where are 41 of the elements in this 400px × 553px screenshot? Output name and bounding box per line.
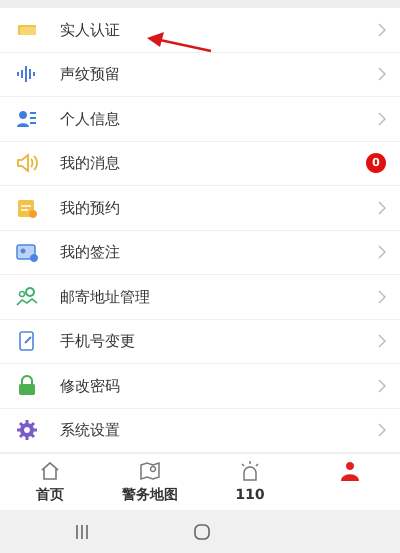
user-icon [339,460,361,482]
menu-item[interactable]: 我的消息 0 [0,142,400,186]
chevron-right-icon [378,423,386,438]
tab[interactable]: 110 [200,454,300,510]
menu-label: 个人信息 [60,108,121,130]
chevron-right-icon [378,67,386,82]
menu-label: 我的预约 [60,198,121,218]
menu-item[interactable]: 手机号变更 [0,320,400,364]
menu-item[interactable]: 修改密码 [0,364,400,408]
speaker-icon [16,152,38,174]
chevron-right-icon [378,334,386,348]
chevron-right-icon [378,22,386,37]
menu-label: 邮寄地址管理 [60,286,151,308]
menu-label: 实人认证 [60,20,121,40]
menu-item[interactable]: 邮寄地址管理 [0,275,400,320]
menu-item[interactable]: 我的预约 [0,186,400,230]
home-icon [39,460,61,482]
menu-label: 我的签注 [60,242,121,263]
menu-item[interactable]: 个人信息 [0,97,400,142]
settings-icon [16,419,38,442]
home-icon[interactable] [194,524,210,540]
lock-icon [16,374,38,397]
unread-count: 0 [366,153,386,174]
chevron-right-icon [378,290,386,304]
chevron-right-icon [378,245,386,260]
menu-item[interactable]: 我的签注 [0,230,400,275]
menu-label: 手机号变更 [60,331,136,352]
chevron-right-icon [378,112,386,126]
menu-label: 声纹预留 [60,64,121,85]
map-icon [139,460,161,482]
menu-item[interactable]: 声纹预留 [0,52,400,97]
menu-label: 系统设置 [60,420,121,441]
menu-label: 修改密码 [60,376,121,396]
chevron-right-icon [378,200,386,215]
siren-icon [239,460,261,482]
recent-apps-icon[interactable] [75,524,89,540]
arrow-drawing [147,32,212,52]
chevron-right-icon [378,378,386,393]
tab[interactable]: 首页 [0,454,100,510]
menu-label: 我的消息 [60,153,121,174]
tab[interactable]: 警务地图 [100,454,200,510]
